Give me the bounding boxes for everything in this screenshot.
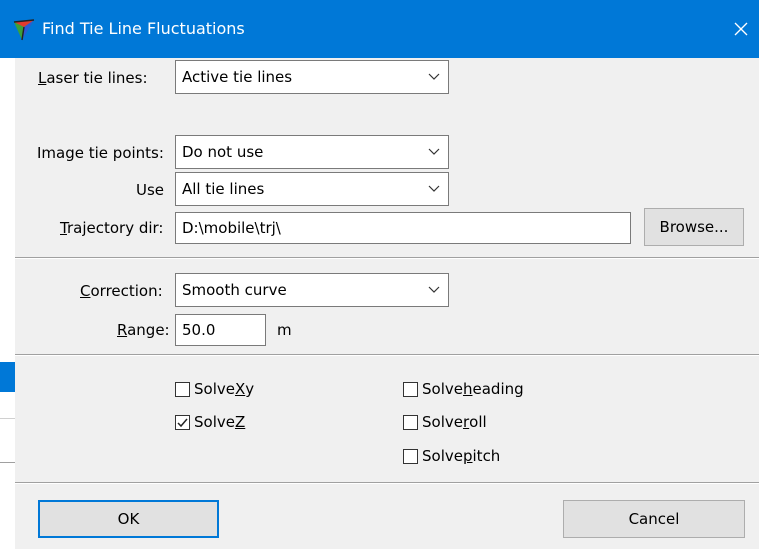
app-icon [12, 19, 36, 41]
use-dropdown[interactable]: All tie lines [175, 172, 449, 206]
use-label: Use [136, 181, 165, 199]
range-unit: m [277, 321, 292, 339]
correction-label: Correction: [80, 282, 163, 300]
range-label: Range: [117, 321, 170, 339]
cancel-button[interactable]: Cancel [563, 500, 745, 538]
title-bar: Find Tie Line Fluctuations [0, 0, 759, 58]
divider [15, 482, 759, 484]
checkbox-box [175, 414, 190, 430]
ok-button[interactable]: OK [38, 500, 219, 538]
close-icon [734, 22, 748, 36]
trajectory-dir-input[interactable]: D:\mobile\trj\ [175, 212, 631, 244]
image-tie-points-label: Image tie points: [37, 144, 164, 162]
checkmark-icon [177, 418, 188, 427]
checkbox-box [403, 414, 418, 430]
correction-dropdown[interactable]: Smooth curve [175, 273, 449, 307]
background-window-edge [0, 58, 15, 549]
solve-z-checkbox[interactable]: Solve Z [175, 411, 245, 433]
laser-tie-lines-dropdown[interactable]: Active tie lines [175, 60, 449, 94]
trajectory-dir-label: Trajectory dir: [60, 219, 164, 237]
use-value: All tie lines [182, 180, 265, 198]
solve-xy-checkbox[interactable]: Solve Xy [175, 378, 254, 400]
window-title: Find Tie Line Fluctuations [42, 19, 245, 38]
chevron-down-icon [428, 286, 440, 293]
laser-tie-lines-label: Laser tie lines: [38, 69, 148, 87]
trajectory-dir-value: D:\mobile\trj\ [182, 219, 281, 237]
solve-roll-checkbox[interactable]: Solve r oll [403, 411, 487, 433]
laser-tie-lines-value: Active tie lines [182, 68, 293, 86]
solve-pitch-checkbox[interactable]: Solve p itch [403, 445, 500, 467]
browse-button[interactable]: Browse... [644, 208, 744, 246]
checkbox-box [403, 448, 418, 464]
divider [15, 354, 759, 356]
range-input[interactable]: 50.0 [175, 314, 266, 346]
chevron-down-icon [428, 73, 440, 80]
close-button[interactable] [726, 14, 756, 44]
image-tie-points-value: Do not use [182, 143, 264, 161]
chevron-down-icon [428, 148, 440, 155]
image-tie-points-dropdown[interactable]: Do not use [175, 135, 449, 169]
range-value: 50.0 [182, 321, 216, 339]
correction-value: Smooth curve [182, 281, 287, 299]
solve-heading-checkbox[interactable]: Solve h eading [403, 378, 524, 400]
checkbox-box [175, 381, 190, 397]
checkbox-box [403, 381, 418, 397]
divider [15, 257, 759, 259]
chevron-down-icon [428, 185, 440, 192]
